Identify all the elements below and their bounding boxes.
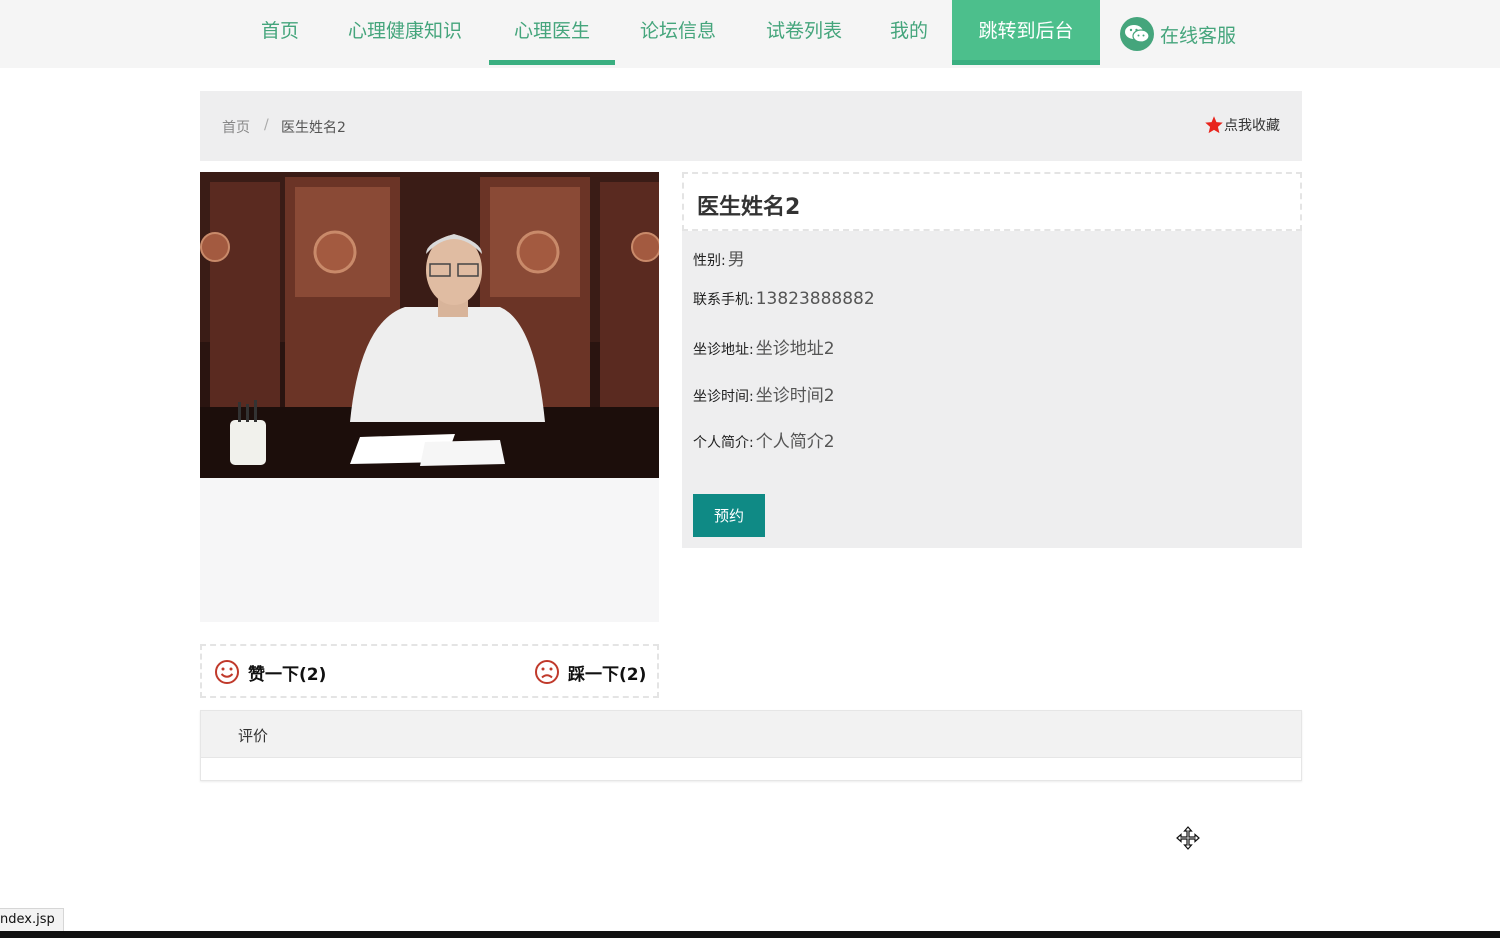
info-value: 个人简介2 — [755, 432, 835, 452]
info-label: 坐诊时间: — [693, 389, 754, 405]
frown-icon — [535, 660, 559, 684]
nav-home[interactable]: 首页 — [248, 0, 312, 64]
book-appointment-button[interactable]: 预约 — [693, 494, 765, 537]
nav-forum[interactable]: 论坛信息 — [626, 0, 730, 64]
breadcrumb-home[interactable]: 首页 — [222, 117, 250, 137]
review-panel: 评价 — [200, 710, 1302, 781]
nav-mental-health-knowledge[interactable]: 心理健康知识 — [332, 0, 478, 64]
status-bar-url: ndex.jsp — [0, 908, 64, 932]
review-header: 评价 — [201, 711, 1301, 758]
info-value: 坐诊时间2 — [755, 386, 835, 406]
top-navigation: 首页 心理健康知识 心理医生 论坛信息 试卷列表 我的 跳转到后台 在线客服 — [0, 0, 1500, 68]
star-icon — [1205, 116, 1223, 134]
like-label: 赞一下(2) — [248, 664, 327, 685]
collect-button[interactable]: 点我收藏 — [1204, 115, 1280, 135]
doctor-photo — [200, 172, 659, 478]
dislike-button[interactable]: 踩一下(2) — [534, 659, 646, 685]
dislike-label: 踩一下(2) — [568, 664, 647, 685]
move-cursor-icon — [1176, 826, 1200, 850]
info-label: 坐诊地址: — [693, 342, 754, 358]
breadcrumb-current: 医生姓名2 — [281, 120, 346, 136]
info-value: 男 — [727, 250, 745, 270]
breadcrumb-separator: / — [264, 117, 269, 133]
info-address: 坐诊地址: 坐诊地址2 — [693, 334, 835, 359]
info-time: 坐诊时间: 坐诊时间2 — [693, 381, 835, 406]
info-phone: 联系手机: 13823888882 — [693, 289, 875, 309]
doctor-title-box: 医生姓名2 — [682, 172, 1302, 231]
vote-box: 赞一下(2) 踩一下(2) — [200, 644, 659, 698]
info-label: 性别: — [693, 253, 726, 269]
info-label: 个人简介: — [693, 435, 754, 451]
doctor-name: 医生姓名2 — [697, 195, 801, 220]
nav-psychologists[interactable]: 心理医生 — [489, 0, 615, 65]
info-gender: 性别: 男 — [693, 245, 745, 270]
collect-label: 点我收藏 — [1224, 118, 1280, 134]
info-bio: 个人简介: 个人简介2 — [693, 427, 835, 452]
review-title: 评价 — [238, 727, 269, 745]
bottom-bar — [0, 931, 1500, 938]
doctor-info-panel: 性别: 男 联系手机: 13823888882 坐诊地址: 坐诊地址2 坐诊时间… — [682, 231, 1302, 548]
info-value: 13823888882 — [755, 289, 875, 309]
breadcrumb: 首页 / 医生姓名2 点我收藏 — [200, 91, 1302, 161]
wechat-icon — [1120, 17, 1154, 51]
doctor-photo-panel — [200, 172, 659, 622]
like-button[interactable]: 赞一下(2) — [214, 659, 326, 685]
online-service-label: 在线客服 — [1160, 24, 1237, 47]
info-label: 联系手机: — [693, 292, 754, 308]
nav-exam-list[interactable]: 试卷列表 — [752, 0, 856, 64]
info-value: 坐诊地址2 — [755, 339, 835, 359]
nav-mine[interactable]: 我的 — [876, 0, 942, 64]
nav-go-to-admin[interactable]: 跳转到后台 — [952, 0, 1100, 65]
smile-icon — [215, 660, 239, 684]
online-service-link[interactable]: 在线客服 — [1120, 12, 1236, 56]
